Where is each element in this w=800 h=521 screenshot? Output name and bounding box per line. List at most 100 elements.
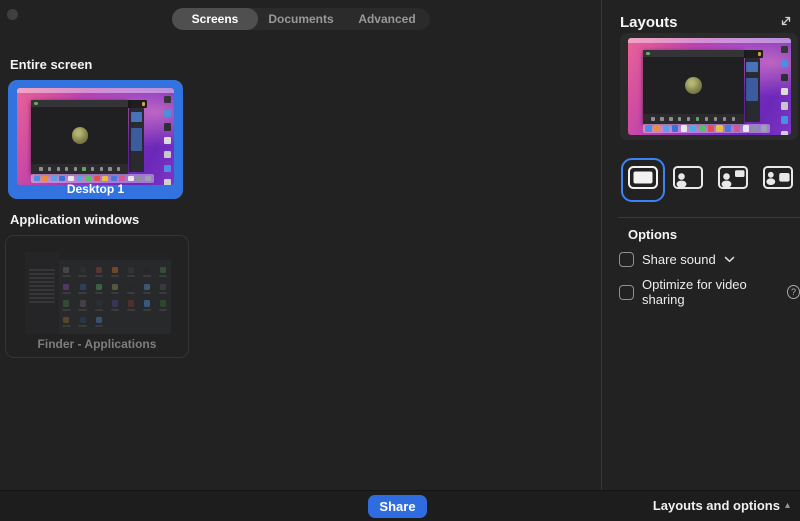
app-icon bbox=[79, 283, 86, 290]
toolbar-button-icon bbox=[56, 167, 60, 171]
app-icon bbox=[95, 317, 102, 324]
toolbar-button-icon bbox=[660, 117, 664, 121]
app-icon-cell bbox=[94, 314, 104, 331]
app-icon-label bbox=[110, 308, 119, 311]
dock-app-icon bbox=[716, 125, 723, 132]
dock-app-icon bbox=[110, 175, 117, 182]
app-icon bbox=[160, 283, 167, 290]
app-icon-cell bbox=[94, 297, 104, 314]
toolbar-button-icon bbox=[99, 167, 103, 171]
app-icon-label bbox=[126, 274, 136, 277]
tab-screens[interactable]: Screens bbox=[172, 8, 258, 30]
tab-documents[interactable]: Documents bbox=[258, 8, 344, 30]
share-button[interactable]: Share bbox=[368, 495, 427, 518]
desktop-icons bbox=[780, 45, 789, 135]
optimize-video-checkbox[interactable] bbox=[619, 284, 634, 300]
app-icon bbox=[79, 300, 86, 307]
window-titlebar bbox=[31, 100, 129, 107]
toolbar-button-icon bbox=[116, 167, 121, 171]
sidebar-text-line bbox=[29, 272, 55, 275]
layout-screen-only-button[interactable] bbox=[621, 158, 665, 202]
dock-app-icon bbox=[725, 125, 732, 132]
dock-app-icon bbox=[93, 175, 100, 182]
app-icon-cell bbox=[142, 297, 152, 314]
dock-app-icon bbox=[707, 125, 714, 132]
help-icon[interactable]: ? bbox=[787, 285, 800, 299]
share-sound-label: Share sound bbox=[642, 252, 716, 267]
app-icon-label bbox=[110, 274, 119, 277]
sidebar-text-line bbox=[29, 280, 55, 283]
app-icon-cell bbox=[78, 297, 88, 314]
application-windows-heading: Application windows bbox=[10, 212, 140, 227]
desktop-file-icon bbox=[164, 151, 172, 159]
app-icon-cell bbox=[78, 263, 88, 280]
dock-app-icon bbox=[127, 175, 134, 182]
desktop-file-icon bbox=[780, 59, 789, 68]
app-icon-cell bbox=[110, 280, 120, 297]
layout-small-video-button[interactable] bbox=[672, 166, 703, 192]
app-icon bbox=[63, 266, 70, 273]
finder-applications-tile[interactable]: Finder - Applications bbox=[5, 235, 189, 358]
toolbar-button-icon bbox=[73, 167, 78, 171]
dock-app-icon bbox=[672, 125, 679, 132]
layouts-heading: Layouts bbox=[620, 14, 678, 31]
dock-app-icon bbox=[680, 125, 688, 132]
sidebar-text-line bbox=[29, 268, 55, 271]
app-icon-label bbox=[110, 291, 119, 294]
chevron-down-icon[interactable] bbox=[724, 256, 735, 263]
screen-person-and-video-icon bbox=[717, 166, 748, 194]
dock-app-icon bbox=[734, 125, 741, 132]
toolbar-button-icon bbox=[722, 117, 727, 121]
screen-only-icon bbox=[628, 166, 658, 194]
sidebar-text-line bbox=[29, 284, 55, 287]
toolbar-button-icon bbox=[47, 167, 52, 171]
dock-app-icon bbox=[67, 175, 74, 182]
expand-icon[interactable] bbox=[778, 13, 794, 29]
vertical-divider bbox=[601, 0, 602, 490]
toolbar-button-icon bbox=[108, 167, 112, 171]
app-icon bbox=[160, 266, 167, 273]
entire-screen-heading: Entire screen bbox=[10, 57, 93, 72]
desktop-file-icon bbox=[164, 165, 172, 173]
dock-app-icon bbox=[645, 125, 652, 132]
app-icon-label bbox=[94, 274, 103, 277]
app-icon bbox=[127, 266, 134, 273]
app-icon bbox=[111, 266, 118, 273]
app-icon-label bbox=[94, 291, 103, 294]
dock-app-icon bbox=[33, 175, 40, 182]
app-icon-label bbox=[159, 274, 168, 277]
sidebar-text-line bbox=[29, 296, 55, 299]
layout-video-thumbnail-button[interactable] bbox=[717, 166, 748, 194]
app-icon bbox=[111, 283, 118, 290]
tab-advanced[interactable]: Advanced bbox=[344, 8, 430, 30]
app-icon-label bbox=[159, 308, 168, 311]
share-sound-row: Share sound bbox=[619, 252, 735, 267]
toolbar-button-icon bbox=[669, 117, 673, 121]
app-icon-label bbox=[159, 291, 168, 294]
app-icon-label bbox=[142, 274, 152, 277]
toolbar-button-icon bbox=[695, 117, 700, 121]
layout-side-by-side-button[interactable] bbox=[762, 166, 793, 192]
layouts-options-toggle[interactable]: Layouts and options ▴ bbox=[653, 498, 790, 513]
window-control-dot[interactable] bbox=[7, 9, 18, 20]
dock-app-icon bbox=[85, 175, 91, 182]
menu-bar bbox=[17, 88, 174, 94]
toolbar-button-icon bbox=[713, 117, 718, 121]
app-icon bbox=[111, 300, 118, 307]
finder-applications-label: Finder - Applications bbox=[37, 337, 157, 351]
app-icon-cell bbox=[126, 263, 136, 280]
avatar bbox=[684, 76, 702, 95]
desktop-file-icon bbox=[164, 109, 172, 117]
app-icon bbox=[127, 300, 134, 307]
meeting-toolbar bbox=[31, 164, 129, 174]
app-icon-label bbox=[126, 291, 136, 294]
share-sound-checkbox[interactable] bbox=[619, 252, 634, 267]
desktop-file-icon bbox=[164, 123, 172, 131]
participants-panel bbox=[129, 108, 145, 173]
app-icon bbox=[144, 300, 151, 307]
app-icon-label bbox=[78, 274, 87, 277]
desktop-1-tile[interactable]: Desktop 1 bbox=[8, 80, 183, 199]
desktop-file-icon bbox=[780, 116, 789, 124]
app-icon-label bbox=[62, 325, 71, 328]
sidebar-text-line bbox=[29, 288, 55, 291]
